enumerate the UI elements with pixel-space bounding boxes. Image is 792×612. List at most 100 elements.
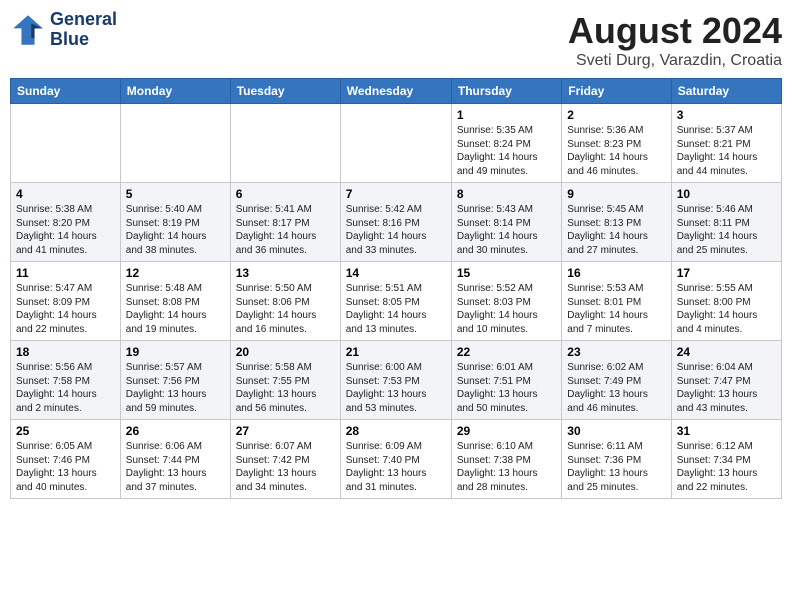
calendar-cell: 8Sunrise: 5:43 AM Sunset: 8:14 PM Daylig…	[451, 183, 561, 262]
calendar-week-2: 4 Sunrise: 5:38 AM Sunset: 8:20 PM Daylig…	[11, 183, 782, 262]
calendar-body: 1 Sunrise: 5:35 AM Sunset: 8:24 PM Daylig…	[11, 104, 782, 499]
day-info: Sunrise: 6:11 AM Sunset: 7:36 PM Dayligh…	[567, 440, 665, 494]
calendar-cell: 29Sunrise: 6:10 AM Sunset: 7:38 PM Dayli…	[451, 420, 561, 499]
calendar-cell: 16 Sunrise: 5:53 AM Sunset: 8:01 PM Dayli…	[562, 262, 671, 341]
day-info: Sunrise: 6:09 AM Sunset: 7:40 PM Dayligh…	[346, 440, 446, 494]
calendar-cell: 27 Sunrise: 6:07 AM Sunset: 7:42 PM Dayli…	[230, 420, 340, 499]
day-number: 17	[677, 266, 776, 280]
day-info: Sunrise: 5:41 AM Sunset: 8:17 PM Dayligh…	[236, 203, 335, 257]
day-info: Sunrise: 5:40 AM Sunset: 8:19 PM Dayligh…	[126, 203, 225, 257]
day-number: 23	[567, 345, 665, 359]
calendar-cell	[11, 104, 121, 183]
calendar-cell: 1 Sunrise: 5:35 AM Sunset: 8:24 PM Daylig…	[451, 104, 561, 183]
day-info: Sunrise: 5:38 AM Sunset: 8:20 PM Dayligh…	[16, 203, 115, 257]
calendar-cell: 30 Sunrise: 6:11 AM Sunset: 7:36 PM Dayli…	[562, 420, 671, 499]
day-info: Sunrise: 5:51 AM Sunset: 8:05 PM Dayligh…	[346, 282, 446, 336]
title-block: August 2024 Sveti Durg, Varazdin, Croati…	[568, 10, 782, 70]
month-title: August 2024	[568, 10, 782, 52]
day-number: 28	[346, 424, 446, 438]
day-number: 1	[457, 108, 556, 122]
day-number: 24	[677, 345, 776, 359]
day-number: 18	[16, 345, 115, 359]
logo-text: General Blue	[50, 10, 117, 50]
calendar-week-4: 18 Sunrise: 5:56 AM Sunset: 7:58 PM Dayli…	[11, 341, 782, 420]
day-number: 27	[236, 424, 335, 438]
day-number: 19	[126, 345, 225, 359]
calendar-cell: 6 Sunrise: 5:41 AM Sunset: 8:17 PM Daylig…	[230, 183, 340, 262]
calendar-cell: 13 Sunrise: 5:50 AM Sunset: 8:06 PM Dayli…	[230, 262, 340, 341]
calendar-cell: 21 Sunrise: 6:00 AM Sunset: 7:53 PM Dayli…	[340, 341, 451, 420]
weekday-header-tuesday: Tuesday	[230, 79, 340, 104]
calendar-cell: 26Sunrise: 6:06 AM Sunset: 7:44 PM Dayli…	[120, 420, 230, 499]
calendar-cell: 24 Sunrise: 6:04 AM Sunset: 7:47 PM Dayli…	[671, 341, 781, 420]
day-info: Sunrise: 5:48 AM Sunset: 8:08 PM Dayligh…	[126, 282, 225, 336]
day-number: 30	[567, 424, 665, 438]
day-info: Sunrise: 5:55 AM Sunset: 8:00 PM Dayligh…	[677, 282, 776, 336]
day-number: 12	[126, 266, 225, 280]
day-number: 2	[567, 108, 665, 122]
page-header: General Blue August 2024 Sveti Durg, Var…	[10, 10, 782, 70]
day-number: 6	[236, 187, 335, 201]
calendar-cell: 17 Sunrise: 5:55 AM Sunset: 8:00 PM Dayli…	[671, 262, 781, 341]
calendar-cell: 28 Sunrise: 6:09 AM Sunset: 7:40 PM Dayli…	[340, 420, 451, 499]
day-info: Sunrise: 6:07 AM Sunset: 7:42 PM Dayligh…	[236, 440, 335, 494]
day-info: Sunrise: 6:05 AM Sunset: 7:46 PM Dayligh…	[16, 440, 115, 494]
day-info: Sunrise: 5:35 AM Sunset: 8:24 PM Dayligh…	[457, 124, 556, 178]
day-info: Sunrise: 6:10 AM Sunset: 7:38 PM Dayligh…	[457, 440, 556, 494]
calendar-cell: 2 Sunrise: 5:36 AM Sunset: 8:23 PM Daylig…	[562, 104, 671, 183]
day-info: Sunrise: 6:02 AM Sunset: 7:49 PM Dayligh…	[567, 361, 665, 415]
day-number: 3	[677, 108, 776, 122]
weekday-header-wednesday: Wednesday	[340, 79, 451, 104]
day-info: Sunrise: 5:53 AM Sunset: 8:01 PM Dayligh…	[567, 282, 665, 336]
day-number: 31	[677, 424, 776, 438]
calendar-cell: 3Sunrise: 5:37 AM Sunset: 8:21 PM Daylig…	[671, 104, 781, 183]
day-number: 11	[16, 266, 115, 280]
day-info: Sunrise: 5:45 AM Sunset: 8:13 PM Dayligh…	[567, 203, 665, 257]
calendar-cell	[230, 104, 340, 183]
calendar-cell: 14 Sunrise: 5:51 AM Sunset: 8:05 PM Dayli…	[340, 262, 451, 341]
day-number: 8	[457, 187, 556, 201]
day-number: 16	[567, 266, 665, 280]
calendar-cell: 19 Sunrise: 5:57 AM Sunset: 7:56 PM Dayli…	[120, 341, 230, 420]
day-info: Sunrise: 6:12 AM Sunset: 7:34 PM Dayligh…	[677, 440, 776, 494]
day-number: 9	[567, 187, 665, 201]
day-info: Sunrise: 5:36 AM Sunset: 8:23 PM Dayligh…	[567, 124, 665, 178]
day-number: 15	[457, 266, 556, 280]
day-info: Sunrise: 5:57 AM Sunset: 7:56 PM Dayligh…	[126, 361, 225, 415]
day-number: 4	[16, 187, 115, 201]
day-number: 21	[346, 345, 446, 359]
day-info: Sunrise: 6:06 AM Sunset: 7:44 PM Dayligh…	[126, 440, 225, 494]
calendar-cell: 20 Sunrise: 5:58 AM Sunset: 7:55 PM Dayli…	[230, 341, 340, 420]
day-info: Sunrise: 5:46 AM Sunset: 8:11 PM Dayligh…	[677, 203, 776, 257]
weekday-header-saturday: Saturday	[671, 79, 781, 104]
day-info: Sunrise: 5:42 AM Sunset: 8:16 PM Dayligh…	[346, 203, 446, 257]
weekday-header-sunday: Sunday	[11, 79, 121, 104]
calendar-cell	[340, 104, 451, 183]
day-info: Sunrise: 6:04 AM Sunset: 7:47 PM Dayligh…	[677, 361, 776, 415]
day-number: 20	[236, 345, 335, 359]
weekday-header-thursday: Thursday	[451, 79, 561, 104]
calendar-cell: 9 Sunrise: 5:45 AM Sunset: 8:13 PM Daylig…	[562, 183, 671, 262]
calendar-cell: 23 Sunrise: 6:02 AM Sunset: 7:49 PM Dayli…	[562, 341, 671, 420]
calendar-cell: 15Sunrise: 5:52 AM Sunset: 8:03 PM Dayli…	[451, 262, 561, 341]
calendar-table: SundayMondayTuesdayWednesdayThursdayFrid…	[10, 78, 782, 499]
day-number: 14	[346, 266, 446, 280]
day-info: Sunrise: 6:00 AM Sunset: 7:53 PM Dayligh…	[346, 361, 446, 415]
day-number: 25	[16, 424, 115, 438]
day-number: 13	[236, 266, 335, 280]
day-info: Sunrise: 5:58 AM Sunset: 7:55 PM Dayligh…	[236, 361, 335, 415]
day-info: Sunrise: 5:50 AM Sunset: 8:06 PM Dayligh…	[236, 282, 335, 336]
calendar-week-3: 11 Sunrise: 5:47 AM Sunset: 8:09 PM Dayli…	[11, 262, 782, 341]
calendar-cell: 18 Sunrise: 5:56 AM Sunset: 7:58 PM Dayli…	[11, 341, 121, 420]
calendar-cell: 22Sunrise: 6:01 AM Sunset: 7:51 PM Dayli…	[451, 341, 561, 420]
calendar-cell: 7Sunrise: 5:42 AM Sunset: 8:16 PM Daylig…	[340, 183, 451, 262]
calendar-cell	[120, 104, 230, 183]
day-info: Sunrise: 5:47 AM Sunset: 8:09 PM Dayligh…	[16, 282, 115, 336]
logo: General Blue	[10, 10, 117, 50]
day-info: Sunrise: 5:56 AM Sunset: 7:58 PM Dayligh…	[16, 361, 115, 415]
day-number: 22	[457, 345, 556, 359]
calendar-cell: 12 Sunrise: 5:48 AM Sunset: 8:08 PM Dayli…	[120, 262, 230, 341]
calendar-cell: 5Sunrise: 5:40 AM Sunset: 8:19 PM Daylig…	[120, 183, 230, 262]
location-title: Sveti Durg, Varazdin, Croatia	[568, 52, 782, 70]
day-number: 10	[677, 187, 776, 201]
